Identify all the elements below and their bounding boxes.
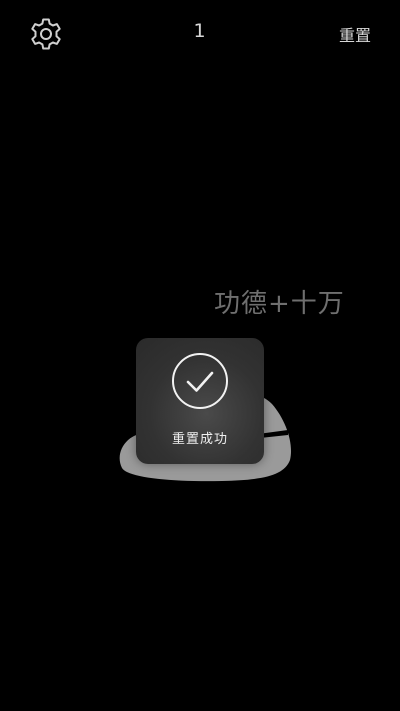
- merit-floating-text: 功德+十万: [214, 289, 345, 319]
- check-circle-icon: [172, 353, 228, 409]
- reset-button[interactable]: 重置: [339, 22, 371, 46]
- toast-reset-success: 重置成功: [136, 338, 264, 464]
- toast-message: 重置成功: [171, 432, 228, 447]
